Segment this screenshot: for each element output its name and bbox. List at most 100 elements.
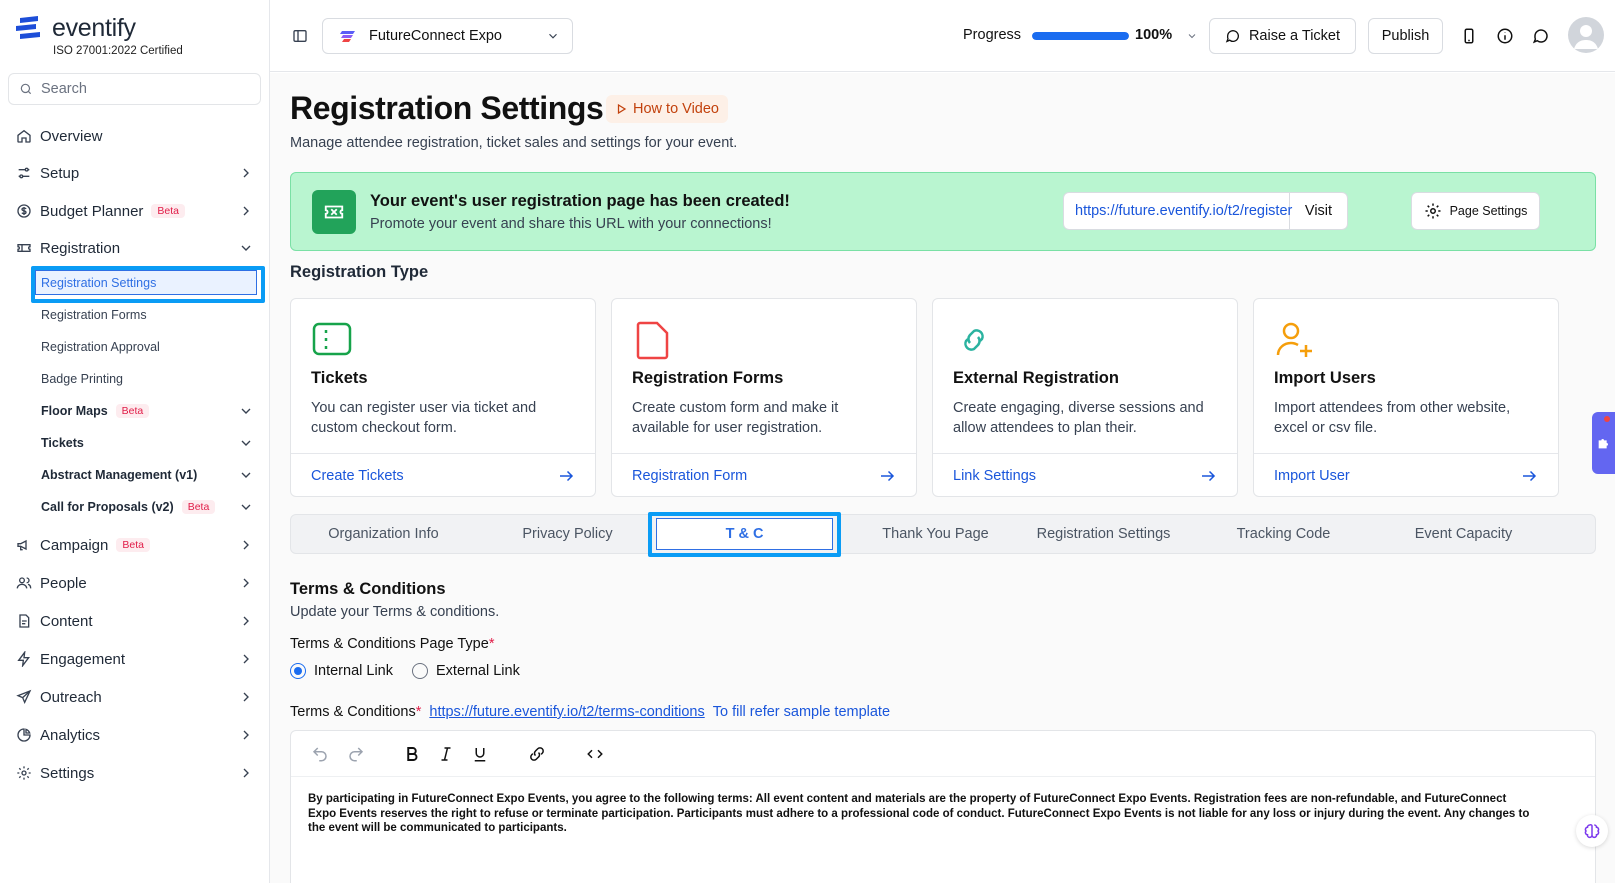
beta-badge: Beta xyxy=(151,204,186,218)
terms-title: Terms & Conditions xyxy=(290,580,446,598)
chevron-down-icon xyxy=(241,440,251,446)
sidebar-toggle-icon[interactable] xyxy=(292,28,308,44)
sub-tickets[interactable]: Tickets xyxy=(41,434,256,452)
how-to-video-label: How to Video xyxy=(633,101,719,117)
gear-icon xyxy=(17,766,31,780)
nav-content[interactable]: Content xyxy=(16,609,254,633)
publish-button[interactable]: Publish xyxy=(1368,18,1443,54)
beta-badge: Beta xyxy=(115,404,150,418)
sub-label: Badge Printing xyxy=(41,372,124,386)
sub-abstract-management[interactable]: Abstract Management (v1) xyxy=(41,466,256,484)
avatar[interactable] xyxy=(1568,17,1604,53)
sub-call-for-proposals[interactable]: Call for Proposals (v2) Beta xyxy=(41,498,256,516)
sub-registration-settings[interactable]: Registration Settings xyxy=(35,270,257,295)
card-title: External Registration xyxy=(953,369,1119,387)
sub-label: Abstract Management (v1) xyxy=(41,468,198,482)
arrow-right-icon xyxy=(1202,470,1216,481)
terms-editor[interactable]: By participating in FutureConnect Expo E… xyxy=(290,730,1596,883)
redo-icon[interactable] xyxy=(347,745,365,763)
gear-icon xyxy=(1425,203,1441,219)
tab-tracking-code[interactable]: Tracking Code xyxy=(1191,515,1376,553)
nav-label: Engagement xyxy=(40,650,126,668)
nav-label: Analytics xyxy=(40,726,101,744)
feedback-side-widget[interactable] xyxy=(1592,412,1615,474)
create-tickets-link[interactable]: Create Tickets xyxy=(291,453,595,497)
sub-badge-printing[interactable]: Badge Printing xyxy=(41,370,256,388)
bold-icon[interactable] xyxy=(403,745,421,763)
nav-campaign[interactable]: Campaign Beta xyxy=(16,533,254,557)
nav-engagement[interactable]: Engagement xyxy=(16,647,254,671)
link-icon[interactable] xyxy=(528,745,546,763)
mobile-preview-icon[interactable] xyxy=(1460,27,1478,45)
tab-privacy-policy[interactable]: Privacy Policy xyxy=(475,515,660,553)
brand-name: eventify xyxy=(52,14,136,42)
nav-setup[interactable]: Setup xyxy=(16,161,254,185)
nav-label: Setup xyxy=(40,164,80,182)
registration-url[interactable]: https://future.eventify.io/t2/register xyxy=(1064,193,1292,229)
message-icon[interactable] xyxy=(1532,27,1550,45)
underline-icon[interactable] xyxy=(471,745,489,763)
event-selector[interactable]: FutureConnect Expo xyxy=(322,18,573,54)
how-to-video-button[interactable]: How to Video xyxy=(606,95,728,123)
required-mark: * xyxy=(488,636,495,652)
info-icon[interactable] xyxy=(1496,27,1514,45)
ai-assistant-button[interactable] xyxy=(1576,815,1608,847)
sub-floor-maps[interactable]: Floor Maps Beta xyxy=(41,402,256,420)
visit-button[interactable]: Visit xyxy=(1290,203,1347,219)
sample-template-link[interactable]: To fill refer sample template xyxy=(713,704,890,720)
card-description: Create engaging, diverse sessions and al… xyxy=(953,400,1204,436)
nav-outreach[interactable]: Outreach xyxy=(16,685,254,709)
terms-url-link[interactable]: https://future.eventify.io/t2/terms-cond… xyxy=(429,704,704,720)
event-logo-icon xyxy=(340,31,355,42)
tab-thank-you-page[interactable]: Thank You Page xyxy=(843,515,1028,553)
page-title: Registration Settings xyxy=(290,90,604,126)
progress-bar xyxy=(1032,32,1129,40)
nav-label: Content xyxy=(40,612,93,630)
progress-label: Progress xyxy=(963,27,1022,43)
card-action-label: Link Settings xyxy=(953,467,1037,484)
card-description: Create custom form and make it available… xyxy=(632,400,839,436)
card-tickets: Tickets You can register user via ticket… xyxy=(290,298,596,497)
sub-registration-approval[interactable]: Registration Approval xyxy=(41,338,256,356)
dollar-circle-icon xyxy=(17,204,31,218)
link-settings-link[interactable]: Link Settings xyxy=(933,453,1237,497)
chevron-right-icon xyxy=(243,730,249,740)
nav-budget-planner[interactable]: Budget Planner Beta xyxy=(16,199,254,223)
tab-event-capacity[interactable]: Event Capacity xyxy=(1371,515,1556,553)
chevron-right-icon xyxy=(243,654,249,664)
code-icon[interactable] xyxy=(586,745,604,763)
nav-analytics[interactable]: Analytics xyxy=(16,723,254,747)
settings-tabs: Organization Info Privacy Policy Thank Y… xyxy=(290,514,1596,554)
chevron-right-icon xyxy=(243,540,249,550)
internal-link-radio[interactable] xyxy=(290,663,306,679)
beta-badge: Beta xyxy=(181,500,216,514)
card-action-label: Create Tickets xyxy=(311,467,404,484)
nav-registration[interactable]: Registration xyxy=(16,236,254,260)
editor-toolbar xyxy=(291,731,1595,777)
tab-registration-settings[interactable]: Registration Settings xyxy=(1011,515,1196,553)
italic-icon[interactable] xyxy=(437,745,455,763)
chevron-down-icon[interactable] xyxy=(1186,30,1198,42)
sub-label: Floor Maps xyxy=(41,404,108,418)
terms-text[interactable]: By participating in FutureConnect Expo E… xyxy=(308,792,1533,836)
sub-label: Registration Settings xyxy=(41,275,157,290)
nav-overview[interactable]: Overview xyxy=(16,124,254,148)
page-settings-button[interactable]: Page Settings xyxy=(1411,192,1540,230)
tab-terms-conditions[interactable]: T & C xyxy=(656,518,833,550)
arrow-right-icon xyxy=(1523,470,1537,481)
raise-ticket-button[interactable]: Raise a Ticket xyxy=(1209,18,1356,54)
undo-icon[interactable] xyxy=(311,745,329,763)
link-icon xyxy=(964,329,984,351)
tab-organization-info[interactable]: Organization Info xyxy=(291,515,476,553)
brand-logo[interactable]: eventify xyxy=(16,14,136,43)
external-link-radio[interactable] xyxy=(412,663,428,679)
import-user-link[interactable]: Import User xyxy=(1254,453,1558,497)
card-action-label: Registration Form xyxy=(632,467,748,484)
sub-registration-forms[interactable]: Registration Forms xyxy=(41,306,256,324)
nav-settings[interactable]: Settings xyxy=(16,761,254,785)
registration-form-link[interactable]: Registration Form xyxy=(612,453,916,497)
top-bar: FutureConnect Expo Progress 100% Raise a… xyxy=(270,0,1615,72)
search-input[interactable]: Search xyxy=(8,73,261,105)
nav-people[interactable]: People xyxy=(16,571,254,595)
users-icon xyxy=(16,577,32,589)
